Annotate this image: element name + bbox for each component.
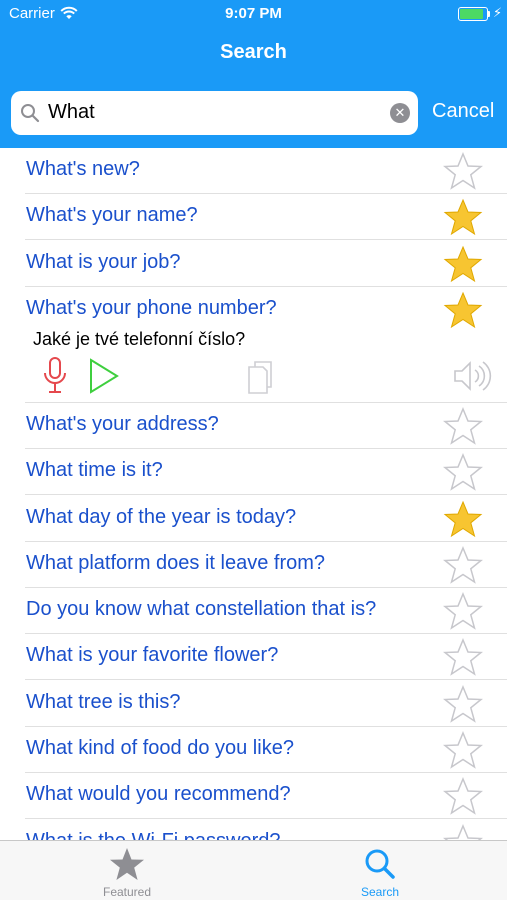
star-outline-icon[interactable]: [442, 684, 484, 723]
star-outline-icon[interactable]: [442, 777, 484, 816]
phrase-text: What's your phone number?: [26, 296, 277, 319]
tab-search-label: Search: [360, 885, 400, 899]
list-item[interactable]: What is your favorite flower?: [0, 634, 507, 681]
list-item[interactable]: What's your address?: [0, 403, 507, 449]
battery-cap: [488, 11, 490, 17]
microphone-icon[interactable]: [42, 356, 68, 400]
phrase-text: What is your job?: [26, 250, 181, 273]
star-filled-icon[interactable]: [443, 500, 483, 538]
phrase-text: What kind of food do you like?: [26, 737, 294, 759]
list-item[interactable]: Do you know what constellation that is?: [0, 588, 507, 635]
star-icon: [109, 847, 145, 886]
list-item[interactable]: What day of the year is today?: [0, 496, 507, 542]
list-item[interactable]: What kind of food do you like?: [0, 727, 507, 773]
star-filled-icon[interactable]: [443, 245, 483, 283]
play-icon[interactable]: [88, 357, 120, 400]
star-outline-icon[interactable]: [442, 545, 484, 584]
list-item[interactable]: What's your name?: [0, 194, 507, 241]
list-item[interactable]: What would you recommend?: [0, 773, 507, 820]
search-field[interactable]: What ✕: [11, 91, 418, 135]
list-item[interactable]: What's your phone number? Jaké je tvé tel…: [0, 287, 507, 403]
phrase-text: What's your address?: [26, 412, 219, 435]
star-outline-icon[interactable]: [442, 453, 484, 491]
star-outline-icon[interactable]: [442, 731, 484, 769]
battery-icon: [458, 7, 488, 21]
star-filled-icon[interactable]: [443, 198, 483, 236]
list-item[interactable]: What time is it?: [0, 449, 507, 496]
phrase-list: What's new? What's your name? What is your…: [0, 148, 507, 840]
list-item[interactable]: What is your job?: [0, 241, 507, 287]
phrase-text: What is the Wi-Fi password?: [26, 830, 281, 840]
charging-icon: ⚡: [493, 5, 503, 20]
phrase-text: What is your favorite flower?: [26, 644, 279, 667]
star-outline-icon[interactable]: [442, 406, 484, 445]
search-icon: [364, 848, 396, 885]
list-item[interactable]: What's new?: [0, 148, 507, 194]
star-filled-icon[interactable]: [443, 291, 483, 329]
star-outline-icon[interactable]: [442, 152, 484, 190]
page-title: Search: [220, 41, 287, 63]
status-bar: Carrier 9:07 PM ⚡: [0, 0, 507, 30]
tab-bar: Featured Search: [0, 840, 507, 900]
phrase-text: What platform does it leave from?: [26, 551, 326, 574]
phrase-text: What tree is this?: [26, 690, 181, 713]
phrase-text: What time is it?: [26, 459, 163, 482]
list-item[interactable]: What tree is this?: [0, 681, 507, 727]
tab-search[interactable]: Search: [300, 841, 460, 900]
phrase-text: What's new?: [26, 158, 140, 180]
search-icon: [20, 103, 40, 128]
star-outline-icon[interactable]: [442, 592, 484, 630]
clear-icon[interactable]: ✕: [390, 103, 410, 123]
phrase-text: What would you recommend?: [26, 783, 291, 806]
star-outline-icon[interactable]: [442, 823, 484, 840]
star-outline-icon[interactable]: [442, 638, 484, 677]
phrase-text: Do you know what constellation that is?: [26, 598, 377, 621]
tab-featured[interactable]: Featured: [47, 841, 207, 900]
phrase-text: What day of the year is today?: [26, 505, 297, 528]
copy-icon[interactable]: [246, 357, 282, 400]
cancel-button[interactable]: Cancel: [432, 100, 494, 123]
tab-featured-label: Featured: [102, 885, 152, 899]
translation-text: Jaké je tvé telefonní číslo?: [33, 328, 246, 349]
clock: 9:07 PM: [225, 5, 282, 22]
list-item[interactable]: What platform does it leave from?: [0, 542, 507, 588]
list-item[interactable]: What is the Wi-Fi password?: [0, 820, 507, 840]
speaker-icon[interactable]: [452, 357, 492, 400]
header: Carrier 9:07 PM ⚡ Search What ✕ Cancel: [0, 0, 507, 148]
search-input[interactable]: What: [48, 101, 95, 124]
battery-level: [460, 9, 484, 19]
phrase-text: What's your name?: [26, 204, 198, 227]
